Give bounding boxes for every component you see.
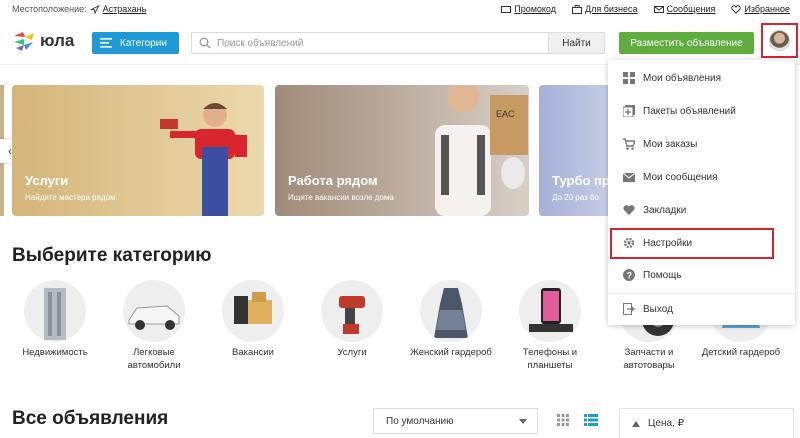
avatar-button[interactable] xyxy=(761,23,798,58)
search-icon xyxy=(199,37,211,49)
menu-item-my-ads[interactable]: Мои объявления xyxy=(608,64,795,92)
post-ad-button[interactable]: Разместить объявление xyxy=(619,32,754,54)
location: Местоположение: Астрахань xyxy=(12,4,146,14)
top-bar: Местоположение: Астрахань Промокод Для б… xyxy=(0,0,800,20)
category-label: Запчасти и автотовары xyxy=(623,347,675,371)
banner-turbo[interactable]: Турбо пр До 20 раз бо xyxy=(539,85,619,216)
search-bar: Найти xyxy=(191,32,605,54)
briefcase-icon xyxy=(572,4,582,14)
favorites-link[interactable]: Избранное xyxy=(731,4,790,14)
top-links: Промокод Для бизнеса Сообщения Избранное xyxy=(501,4,790,14)
sort-value: По умолчанию xyxy=(386,415,454,427)
logo[interactable]: юла xyxy=(12,30,74,52)
handyman-illustration xyxy=(160,103,247,216)
menu-item-help[interactable]: ? Помощь xyxy=(608,261,795,289)
location-link[interactable]: Астрахань xyxy=(103,4,147,14)
categories-heading: Выберите категорию xyxy=(12,245,212,266)
menu-item-ad-packages[interactable]: Пакеты объявлений xyxy=(608,97,795,125)
category-label: Услуги xyxy=(337,347,367,358)
menu-item-label: Помощь xyxy=(643,269,682,281)
svg-text:?: ? xyxy=(627,270,633,280)
price-filter[interactable]: Цена, ₽ xyxy=(619,408,794,438)
category-services[interactable]: Услуги xyxy=(304,280,400,359)
page: Местоположение: Астрахань Промокод Для б… xyxy=(0,0,800,438)
user-menu: Мои объявления Пакеты объявлений Мои зак… xyxy=(608,60,795,325)
sort-select[interactable]: По умолчанию xyxy=(373,408,538,434)
logo-text: юла xyxy=(40,31,75,50)
listings-heading: Все объявления xyxy=(12,408,169,429)
categories-button[interactable]: Категории xyxy=(92,32,179,54)
promo-link-label: Промокод xyxy=(514,4,556,14)
banner-title: Услуги xyxy=(25,173,69,188)
menu-item-label: Выход xyxy=(643,303,673,315)
favorites-link-label: Избранное xyxy=(744,4,790,14)
help-icon: ? xyxy=(623,269,635,281)
category-label: Женский гардероб xyxy=(410,347,492,358)
messages-link[interactable]: Сообщения xyxy=(653,4,716,14)
menu-divider xyxy=(608,293,795,294)
category-women-clothing[interactable]: Женский гардероб xyxy=(403,280,499,359)
messages-link-label: Сообщения xyxy=(666,4,716,14)
menu-item-bookmarks[interactable]: Закладки xyxy=(608,196,795,224)
category-cars[interactable]: Легковые автомобили xyxy=(106,280,202,372)
banner-title: Турбо пр xyxy=(552,173,610,188)
banner-title: Работа рядом xyxy=(288,173,378,188)
avatar xyxy=(769,30,790,51)
category-image xyxy=(519,280,581,342)
heart-icon xyxy=(623,205,635,215)
heart-icon xyxy=(731,4,742,14)
logout-icon xyxy=(623,303,635,315)
menu-item-label: Мои сообщения xyxy=(643,171,718,183)
banner-subtitle: Найдите мастера рядом xyxy=(25,193,116,202)
menu-item-label: Пакеты объявлений xyxy=(643,105,736,117)
categories-button-label: Категории xyxy=(120,37,167,49)
menu-item-label: Мои заказы xyxy=(643,138,698,150)
courier-illustration: EAC xyxy=(435,85,528,216)
price-filter-label: Цена, ₽ xyxy=(648,418,684,429)
menu-item-label: Мои объявления xyxy=(643,72,721,84)
category-jobs[interactable]: Вакансии xyxy=(205,280,301,359)
business-link-label: Для бизнеса xyxy=(585,4,638,14)
banner-subtitle: Ищите вакансии возле дома xyxy=(288,193,394,202)
category-label: Недвижимость xyxy=(22,347,88,358)
search-input[interactable] xyxy=(211,37,548,49)
menu-item-messages[interactable]: Мои сообщения xyxy=(608,163,795,191)
chevron-up-icon xyxy=(632,420,640,427)
menu-item-orders[interactable]: Мои заказы xyxy=(608,130,795,158)
search-button[interactable]: Найти xyxy=(548,33,604,53)
category-image xyxy=(420,280,482,342)
yula-logo-icon xyxy=(14,32,34,51)
category-label: Легковые автомобили xyxy=(127,347,181,371)
menu-item-label: Закладки xyxy=(643,204,687,216)
envelope-icon xyxy=(623,172,635,182)
grid-icon xyxy=(623,72,635,84)
category-image xyxy=(222,280,284,342)
grid-view-icon[interactable] xyxy=(557,414,569,426)
category-image xyxy=(123,280,185,342)
svg-text:EAC: EAC xyxy=(496,109,515,119)
location-label: Местоположение: xyxy=(12,4,87,14)
location-arrow-icon xyxy=(89,4,100,14)
list-view-icon[interactable] xyxy=(584,414,598,426)
category-image xyxy=(24,280,86,342)
banner-jobs[interactable]: EAC Работа рядом Ищите вакансии возле до… xyxy=(275,85,529,216)
category-phones[interactable]: Телефоны и планшеты xyxy=(502,280,598,372)
banner-subtitle: До 20 раз бо xyxy=(552,193,600,202)
category-label: Детский гардероб xyxy=(701,347,781,358)
settings-highlight-frame xyxy=(610,228,774,259)
menu-item-logout[interactable]: Выход xyxy=(608,295,795,323)
category-label: Телефоны и планшеты xyxy=(522,347,578,371)
category-label: Вакансии xyxy=(232,347,274,358)
plus-box-icon xyxy=(623,105,635,117)
promo-link[interactable]: Промокод xyxy=(501,4,556,14)
business-link[interactable]: Для бизнеса xyxy=(572,4,638,14)
ticket-icon xyxy=(501,5,512,13)
menu-icon xyxy=(100,38,112,48)
category-realty[interactable]: Недвижимость xyxy=(7,280,103,359)
category-image xyxy=(321,280,383,342)
envelope-icon xyxy=(653,5,664,13)
cart-icon xyxy=(623,138,635,150)
banner-services[interactable]: Услуги Найдите мастера рядом xyxy=(12,85,264,216)
chevron-down-icon xyxy=(519,419,527,424)
